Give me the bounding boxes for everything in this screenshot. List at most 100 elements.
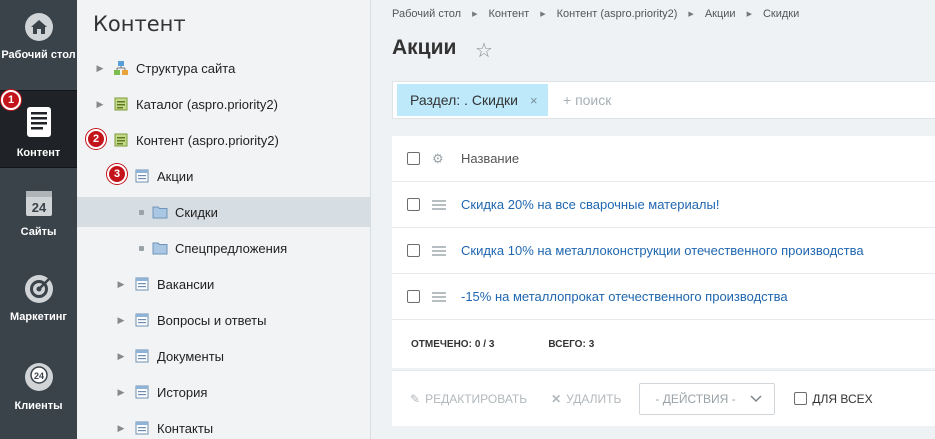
row-checkbox[interactable]: [407, 290, 420, 303]
row-checkbox[interactable]: [407, 198, 420, 211]
star-icon[interactable]: ☆: [475, 38, 493, 63]
for-all-checkbox[interactable]: [794, 392, 808, 405]
app-item-label: Контент: [16, 147, 61, 159]
content-tree-panel: Контент ▶ Структура сайта ▶ Каталог (asp…: [77, 0, 371, 439]
tree-item-label: Скидки: [175, 204, 218, 220]
expand-arrow-icon[interactable]: ▶: [116, 351, 126, 361]
for-all-option[interactable]: ДЛЯ ВСЕХ: [794, 391, 873, 406]
close-icon[interactable]: ×: [530, 93, 538, 108]
tree-title: Контент: [93, 12, 186, 36]
step-badge: 1: [1, 90, 21, 110]
tree-item-history[interactable]: ▶ История: [77, 377, 371, 407]
step-badge: 3: [107, 164, 127, 184]
select-all-checkbox[interactable]: [407, 152, 420, 165]
chevron-right-icon: ▶: [540, 11, 546, 18]
breadcrumb-item[interactable]: Рабочий стол: [392, 8, 461, 20]
app-item-label: Рабочий стол: [1, 49, 76, 61]
tree-item-label: История: [157, 384, 208, 400]
tree-item-site-structure[interactable]: ▶ Структура сайта: [77, 53, 371, 83]
grid-header: ⚙ Название: [392, 136, 935, 182]
bullet-icon: [139, 245, 144, 251]
row-checkbox[interactable]: [407, 244, 420, 257]
breadcrumb-item[interactable]: Контент (aspro.priority2): [557, 8, 678, 20]
pencil-icon: ✎: [410, 391, 421, 406]
row-link[interactable]: -15% на металлопрокат отечественного про…: [461, 289, 788, 304]
app-item-marketing[interactable]: Маркетинг: [0, 272, 77, 324]
row-link[interactable]: Скидка 20% на все сварочные материалы!: [461, 197, 719, 212]
breadcrumb-item[interactable]: Скидки: [763, 8, 799, 20]
infoblock-icon: [134, 312, 150, 328]
expand-arrow-icon[interactable]: ▶: [116, 423, 126, 433]
home-icon: [22, 10, 56, 44]
delete-button[interactable]: ✕ УДАЛИТЬ: [551, 392, 621, 406]
chevron-down-icon: [750, 394, 762, 402]
tree-item-label: Вопросы и ответы: [157, 312, 267, 328]
app-item-desktop[interactable]: Рабочий стол: [0, 10, 77, 62]
infoblock-icon: [134, 276, 150, 292]
gear-icon[interactable]: ⚙: [432, 151, 446, 167]
main-content: Рабочий стол ▶ Контент ▶ Контент (aspro.…: [371, 0, 935, 439]
row-link[interactable]: Скидка 10% на металлоконструкции отечест…: [461, 243, 864, 258]
tree-item-label: Контент (aspro.priority2): [136, 132, 279, 148]
chevron-right-icon: ▶: [746, 11, 752, 18]
app-sidebar: Рабочий стол Контент 24 Сайты Маркетинг …: [0, 0, 77, 439]
edit-button[interactable]: ✎ РЕДАКТИРОВАТЬ: [410, 392, 527, 406]
tree-item-label: Акции: [157, 168, 194, 184]
site-structure-icon: [113, 60, 129, 76]
menu-icon[interactable]: [432, 199, 446, 210]
expand-arrow-icon[interactable]: ▶: [116, 315, 126, 325]
tree-item-vacancies[interactable]: ▶ Вакансии: [77, 269, 371, 299]
expand-arrow-icon[interactable]: ▶: [116, 279, 126, 289]
tree-item-contacts[interactable]: ▶ Контакты: [77, 413, 371, 439]
infoblock-icon: [134, 384, 150, 400]
app-item-label: Сайты: [20, 226, 57, 238]
tree-item-catalog[interactable]: ▶ Каталог (aspro.priority2): [77, 89, 371, 119]
tree-item-special-offers[interactable]: Спецпредложения: [77, 233, 371, 263]
table-row: -15% на металлопрокат отечественного про…: [392, 274, 935, 320]
clients-24-icon: 24: [22, 360, 56, 394]
infoblock-type-icon: [113, 132, 129, 148]
menu-icon[interactable]: [432, 291, 446, 302]
table-row: Скидка 20% на все сварочные материалы!: [392, 182, 935, 228]
calendar-24-icon: 24: [22, 186, 56, 220]
step-badge: 2: [86, 129, 106, 149]
tree-item-content-priority[interactable]: Контент (aspro.priority2): [77, 125, 371, 155]
breadcrumb-item[interactable]: Контент: [488, 8, 529, 20]
breadcrumb-item[interactable]: Акции: [705, 8, 736, 20]
tree-item-label: Вакансии: [157, 276, 215, 292]
tree-item-faq[interactable]: ▶ Вопросы и ответы: [77, 305, 371, 335]
search-input[interactable]: + поиск: [563, 92, 611, 108]
menu-icon[interactable]: [432, 245, 446, 256]
tree-item-label: Спецпредложения: [175, 240, 288, 256]
tree-item-label: Контакты: [157, 420, 214, 436]
chevron-right-icon: ▶: [472, 11, 478, 18]
checked-value: 0 / 3: [474, 338, 495, 350]
actions-select-value: - ДЕЙСТВИЯ -: [655, 391, 736, 406]
tree-item-documents[interactable]: ▶ Документы: [77, 341, 371, 371]
expand-arrow-icon[interactable]: ▶: [95, 99, 105, 109]
filter-chip[interactable]: Раздел: . Скидки ×: [397, 84, 548, 116]
tree-item-skidki[interactable]: Скидки: [77, 197, 371, 227]
actions-select[interactable]: - ДЕЙСТВИЯ -: [639, 382, 776, 415]
app-item-label: Клиенты: [14, 400, 63, 412]
app-item-label: Маркетинг: [10, 311, 67, 323]
for-all-label: ДЛЯ ВСЕХ: [812, 391, 873, 406]
action-panel: ✎ РЕДАКТИРОВАТЬ ✕ УДАЛИТЬ - ДЕЙСТВИЯ - Д…: [392, 370, 935, 426]
delete-button-label: УДАЛИТЬ: [566, 391, 622, 406]
infoblock-icon: [134, 348, 150, 364]
breadcrumb: Рабочий стол ▶ Контент ▶ Контент (aspro.…: [392, 8, 799, 20]
cross-icon: ✕: [551, 391, 562, 406]
tree-item-label: Документы: [157, 348, 225, 364]
expand-arrow-icon[interactable]: ▶: [116, 387, 126, 397]
svg-text:24: 24: [31, 200, 46, 215]
expand-arrow-icon[interactable]: ▶: [95, 63, 105, 73]
total-value: 3: [588, 338, 595, 350]
column-header-name[interactable]: Название: [461, 151, 519, 166]
tree-item-label: Каталог (aspro.priority2): [136, 96, 278, 112]
app-item-clients[interactable]: 24 Клиенты: [0, 360, 77, 413]
elements-grid: ⚙ Название Скидка 20% на все сварочные м…: [392, 136, 935, 368]
grid-footer: ОТМЕЧЕНО: 0 / 3 ВСЕГО: 3: [392, 320, 935, 368]
infoblock-type-icon: [113, 96, 129, 112]
filter-bar[interactable]: Раздел: . Скидки × + поиск: [392, 81, 935, 119]
app-item-sites[interactable]: 24 Сайты: [0, 186, 77, 239]
